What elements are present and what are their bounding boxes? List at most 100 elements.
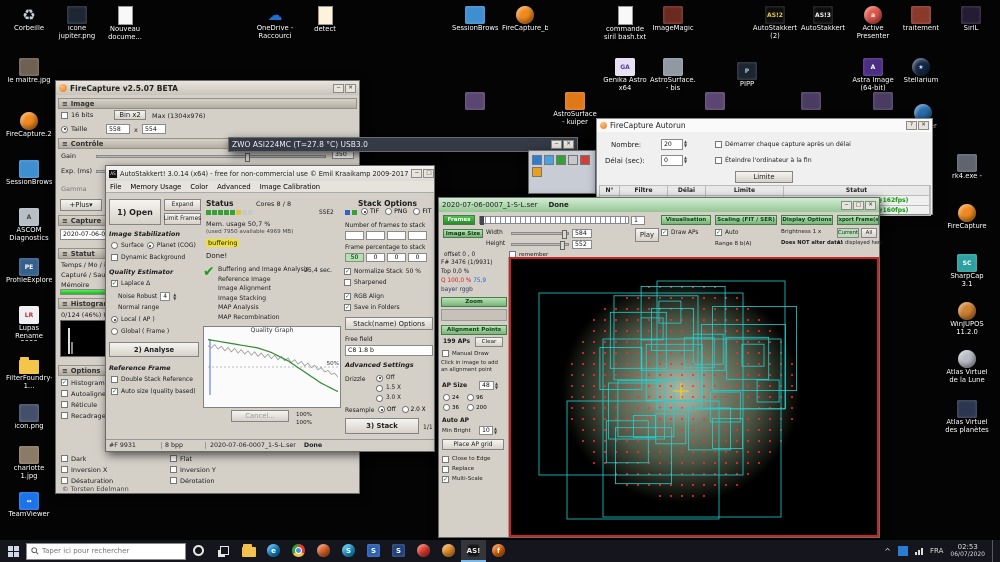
image-canvas[interactable]	[509, 257, 879, 537]
auto-checkbox[interactable]	[715, 229, 722, 236]
viewer-titlebar[interactable]: 2020-07-06-0007_1-S-L.ser Done ─□✕	[439, 198, 879, 212]
column-header[interactable]: Filtre	[620, 186, 668, 196]
free-field-input[interactable]: C8 1.8 b	[345, 345, 433, 356]
format-option[interactable]: PNG	[385, 208, 407, 215]
firecapture-titlebar[interactable]: FireCapture v2.5.07 BETA ─✕	[56, 81, 359, 95]
desktop-icon[interactable]: a Active Presenter	[850, 6, 896, 40]
autostakkert-titlebar[interactable]: AS AutoStakkert! 3.0.14 (x64) - free for…	[106, 166, 434, 181]
ap-size-radio[interactable]	[467, 404, 474, 411]
option-checkbox[interactable]	[170, 466, 177, 473]
option-checkbox[interactable]	[61, 379, 68, 386]
taskbar-icon[interactable]: S	[386, 540, 411, 562]
shutdown-checkbox[interactable]	[715, 157, 722, 164]
menu-item[interactable]: Image Calibration	[260, 183, 320, 191]
column-header[interactable]: N°	[600, 186, 620, 196]
column-header[interactable]: Délai	[668, 186, 706, 196]
ap-size-value[interactable]: 48	[479, 381, 494, 390]
close-icon[interactable]: ✕	[563, 140, 574, 149]
taskbar-icon[interactable]: f	[486, 540, 511, 562]
desktop-icon[interactable]: ♻ Corbeille	[6, 6, 52, 33]
autorun-titlebar[interactable]: FireCapture Autorun ?✕	[597, 119, 932, 132]
desktop-icon[interactable]: GA Genika Astro x64	[602, 58, 648, 92]
option-checkbox[interactable]	[61, 477, 68, 484]
resample-radio[interactable]	[402, 406, 409, 413]
search-input[interactable]	[42, 547, 172, 555]
nombre-field[interactable]: 20	[661, 139, 683, 150]
option-row[interactable]: Dark Flat	[61, 453, 351, 464]
taskbar-icon[interactable]	[436, 540, 461, 562]
close-icon[interactable]: ✕	[865, 201, 876, 210]
desktop-icon[interactable]: Nouveau docume...	[102, 6, 148, 41]
export-all-button[interactable]: All	[861, 228, 877, 238]
ap-option-checkbox[interactable]	[442, 466, 449, 473]
noise-robust-value[interactable]: 4	[160, 292, 170, 301]
desktop-icon[interactable]: SirlL	[948, 6, 994, 33]
taskbar-icon[interactable]: S	[336, 540, 361, 562]
desktop-icon[interactable]: ☁ OneDrive - Raccourci	[252, 6, 298, 40]
resample-radio[interactable]	[378, 406, 385, 413]
format-radio[interactable]	[413, 208, 420, 215]
stackname-options-button[interactable]: Stack(name) Options	[345, 317, 433, 330]
drizzle-option[interactable]: Off	[376, 373, 401, 383]
desktop-icon[interactable]: AstroSurface - kuiper	[552, 92, 598, 126]
desktop-icon[interactable]: icon.png	[6, 404, 52, 431]
format-radio[interactable]	[385, 208, 392, 215]
zoom-control[interactable]	[441, 309, 507, 321]
global-radio[interactable]	[111, 328, 118, 335]
toolbar-icon[interactable]	[568, 155, 578, 165]
rgb-align-checkbox[interactable]	[344, 293, 351, 300]
draw-aps-checkbox[interactable]	[661, 229, 668, 236]
ap-option-checkbox[interactable]	[442, 456, 449, 463]
taskbar-icon[interactable]	[211, 540, 236, 562]
ap-size-radio[interactable]	[443, 404, 450, 411]
desktop-icon[interactable]: le maitre.jpg	[6, 58, 52, 85]
delai-spinner[interactable]: ▲▼	[684, 156, 687, 163]
desktop-icon[interactable]: AS!2 AutoStakkert (2)	[752, 6, 798, 40]
menu-item[interactable]: Color	[190, 183, 208, 191]
auto-size-option[interactable]: Auto size (quality based)	[111, 388, 196, 395]
desktop-icon[interactable]: AS!3 AutoStakkert	[800, 6, 846, 33]
taskbar-icon[interactable]	[186, 540, 211, 562]
desktop-icon[interactable]: Atlas Virtuel des planètes	[944, 400, 990, 434]
normalize-option[interactable]: Normalize Stack50 %	[344, 268, 421, 275]
desktop-icon[interactable]: rk4.exe -	[944, 154, 990, 181]
taskbar-icon[interactable]	[286, 540, 311, 562]
drizzle-radio[interactable]	[376, 385, 383, 392]
option-checkbox[interactable]	[61, 455, 68, 462]
desktop-icon[interactable]: traitement	[898, 6, 944, 33]
width-value[interactable]: 584	[572, 229, 592, 238]
desktop-icon[interactable]: SC SharpCap 3.1	[944, 254, 990, 288]
local-radio[interactable]	[111, 316, 118, 323]
cancel-button[interactable]: Cancel...	[231, 410, 289, 422]
desktop-icon[interactable]: A Astra Image (64-bit)	[850, 58, 896, 92]
desktop-icon[interactable]: A ASCOM Diagnostics	[6, 208, 52, 242]
format-option[interactable]: FIT	[413, 208, 431, 215]
drizzle-option[interactable]: 1.5 X	[376, 383, 401, 393]
normalize-checkbox[interactable]	[344, 268, 351, 275]
taskbar-icon[interactable]: AS!	[461, 540, 486, 562]
toolbar-icon[interactable]	[556, 155, 566, 165]
clear-aps-button[interactable]: Clear	[475, 337, 503, 347]
laplace-checkbox[interactable]	[111, 280, 118, 287]
plus-button[interactable]: + Plus ▾	[60, 199, 102, 211]
pct-field[interactable]: 0	[387, 253, 406, 262]
bin-button[interactable]: Bin x2	[114, 110, 146, 120]
option-checkbox[interactable]	[170, 477, 177, 484]
expand-button[interactable]: Expand	[164, 199, 201, 211]
frames-count-field[interactable]	[366, 231, 385, 240]
help-icon[interactable]: ?	[906, 121, 917, 130]
menu-item[interactable]: Memory Usage	[130, 183, 181, 191]
min-bright-value[interactable]: 10	[479, 426, 493, 435]
option-checkbox[interactable]	[61, 466, 68, 473]
frames-count-field[interactable]	[408, 231, 427, 240]
desktop-icon[interactable]: SessionBrowse...	[452, 6, 498, 33]
frames-slider[interactable]	[479, 216, 629, 224]
frames-value[interactable]: 1	[631, 216, 645, 225]
menu-item[interactable]: File	[110, 183, 121, 191]
laplace-option[interactable]: Laplace Δ	[111, 280, 150, 287]
pct-field[interactable]: 0	[408, 253, 427, 262]
maximize-icon[interactable]: □	[853, 201, 864, 210]
ap-size-option[interactable]: 36	[443, 404, 459, 411]
desktop-icon[interactable]: ImageMagic	[650, 6, 696, 33]
analyse-button[interactable]: 2) Analyse	[109, 342, 199, 357]
